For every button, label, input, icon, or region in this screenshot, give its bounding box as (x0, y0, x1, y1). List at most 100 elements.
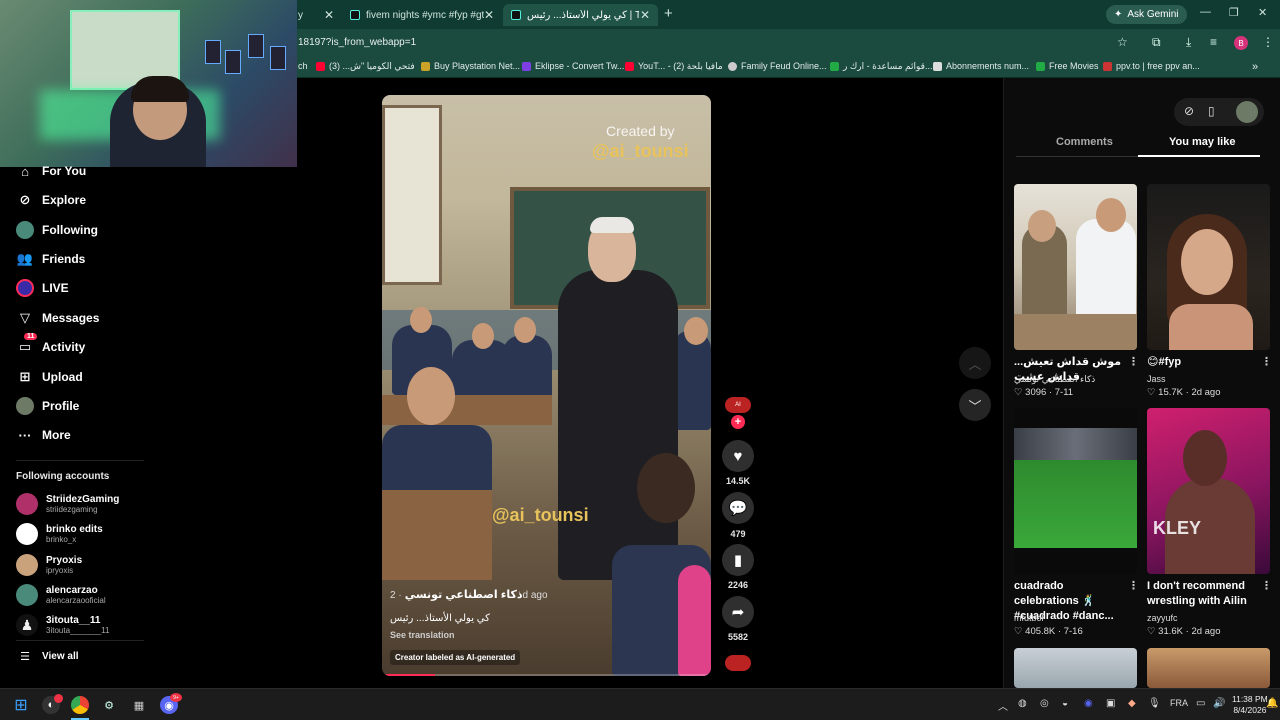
video-author[interactable]: mfutbol (1014, 613, 1044, 623)
bookmark-item[interactable]: YouT... - مافيا بلحة (2) (625, 61, 723, 72)
bookmark-item[interactable]: Family Feud Online... (728, 61, 827, 71)
video-title[interactable]: I don't recommend wrestling with Ailin (1147, 579, 1263, 609)
media-icon[interactable]: ≡ (1210, 35, 1217, 49)
tray-app-icon[interactable]: ◒ (1062, 698, 1068, 709)
nav-upload[interactable]: ⊞ Upload (16, 366, 83, 388)
video-author[interactable]: ذكاء اصطناعي تونسي · 2d ago (390, 588, 548, 601)
nav-live[interactable]: LIVE (16, 277, 69, 299)
account-item[interactable]: alencarzao alencarzaooficial (16, 583, 106, 607)
nav-following[interactable]: Following (16, 219, 98, 241)
video-thumbnail[interactable] (1147, 648, 1270, 688)
url-field[interactable]: 18197?is_from_webapp=1 (298, 37, 416, 48)
volume-icon[interactable]: 🔊 (1213, 698, 1225, 709)
bookmark-item[interactable]: ppv.to | free ppv an... (1103, 61, 1200, 71)
close-window-icon[interactable]: ✕ (1258, 6, 1267, 19)
share-button[interactable]: ➦ (722, 596, 754, 628)
music-disc-icon[interactable] (725, 655, 751, 671)
minimize-icon[interactable]: — (1200, 6, 1211, 18)
microphone-icon[interactable]: 🎙 (1148, 698, 1161, 709)
video-author[interactable]: Jass (1147, 374, 1166, 384)
new-tab-button[interactable]: + (664, 5, 673, 22)
nav-friends[interactable]: 👥 Friends (16, 248, 85, 270)
nav-activity[interactable]: ▭ 11 Activity (16, 333, 85, 358)
next-video-button[interactable]: ﹀ (959, 389, 991, 421)
account-item[interactable]: brinko edits brinko_x (16, 522, 103, 546)
notification-bell-icon[interactable]: 🔔 (1266, 698, 1278, 709)
bookmark-item[interactable]: قوائم مساعدة - ارك ر... (830, 61, 932, 72)
account-item[interactable]: StriidezGaming striidezgaming (16, 492, 119, 516)
video-player[interactable]: Created by @ai_tounsi @ai_tounsi ذكاء اص… (382, 95, 711, 676)
network-icon[interactable]: ▭ (1196, 698, 1205, 709)
restore-icon[interactable]: ❐ (1229, 6, 1239, 19)
nav-profile[interactable]: Profile (16, 395, 79, 417)
app-grid-icon[interactable]: ▦ (130, 696, 148, 714)
bookmark-item[interactable]: Eklipse - Convert Tw... (522, 61, 624, 71)
video-caption: كي يولي الأستاذ... رئيس (390, 613, 490, 624)
tray-app-icon[interactable]: ◍ (1018, 698, 1027, 709)
star-icon[interactable]: ☆ (1117, 35, 1128, 49)
bookmark-item[interactable]: فتحي الكوميا "ش... (3) (316, 61, 415, 72)
ask-gemini-button[interactable]: ✦ Ask Gemini (1106, 5, 1187, 24)
video-author[interactable]: ذكاء اصطناعي تونسي (1014, 374, 1095, 385)
video-thumbnail[interactable]: KLEY (1147, 408, 1270, 574)
tab-you-may-like[interactable]: You may like (1169, 136, 1235, 148)
like-button[interactable]: ♥ (722, 440, 754, 472)
creator-avatar[interactable]: AI (725, 397, 751, 413)
browser-tab[interactable]: fivem nights #ymc #fyp #gta5 #... ✕ (342, 4, 502, 26)
tray-chevron-up-icon[interactable]: ︿ (998, 698, 1008, 713)
video-thumbnail[interactable] (1147, 184, 1270, 350)
follow-plus-button[interactable]: + (731, 415, 745, 429)
tray-app-icon[interactable]: ◆ (1128, 698, 1136, 709)
more-options-icon[interactable]: ⋮ (1128, 579, 1139, 592)
video-progress-bar[interactable] (382, 674, 711, 676)
nav-messages[interactable]: ▽ Messages (16, 307, 99, 329)
nav-more[interactable]: ··· More (16, 424, 71, 446)
more-bookmarks-icon[interactable]: » (1252, 61, 1258, 73)
steam-icon[interactable]: ⚙ (100, 696, 118, 714)
comment-count: 479 (730, 529, 746, 539)
tray-discord-icon[interactable]: ◉ (1084, 698, 1093, 709)
browser-tab-active[interactable]: كي يولي الأستاذ... رئيس | TikTok ✕ (503, 4, 658, 26)
language-indicator[interactable]: FRA (1170, 698, 1188, 708)
bookmark-item[interactable]: Buy Playstation Net... (421, 61, 520, 71)
menu-kebab-icon[interactable]: ⋮ (1262, 35, 1274, 49)
windows-start-icon[interactable]: ⊞ (12, 696, 30, 714)
video-title[interactable]: 😊#fyp (1147, 355, 1263, 370)
tray-app-icon[interactable]: ▣ (1106, 698, 1115, 709)
bookmark-item[interactable]: ch (298, 61, 308, 71)
close-icon[interactable]: ✕ (324, 8, 334, 22)
bookmark-item[interactable]: Free Movies (1036, 61, 1099, 71)
previous-video-button[interactable]: ︿ (959, 347, 991, 379)
video-thumbnail[interactable] (1014, 648, 1137, 688)
user-avatar[interactable] (1236, 101, 1258, 123)
browser-tab[interactable]: y ✕ (290, 4, 342, 26)
video-thumbnail[interactable] (1014, 184, 1137, 350)
download-icon[interactable]: ⤓ (1186, 35, 1191, 50)
nav-explore[interactable]: ⊘ Explore (16, 189, 86, 211)
video-author-name[interactable]: ذكاء اصطناعي تونسي (405, 589, 523, 601)
more-options-icon[interactable]: ⋮ (1128, 355, 1139, 368)
account-item[interactable]: Pryoxis ipryoxis (16, 553, 82, 577)
view-all-link[interactable]: ☰ View all (16, 645, 78, 667)
save-button[interactable]: ▮ (722, 544, 754, 576)
comment-button[interactable]: 💬 (722, 492, 754, 524)
bookmark-item[interactable]: Abonnements num... (933, 61, 1029, 71)
video-thumbnail[interactable] (1014, 408, 1137, 574)
tab-comments[interactable]: Comments (1056, 136, 1113, 148)
see-translation-link[interactable]: See translation (390, 630, 455, 640)
nav-for-you[interactable]: ⌂ For You (16, 160, 86, 182)
profile-avatar[interactable]: B (1234, 36, 1248, 50)
more-options-icon[interactable]: ⋮ (1261, 355, 1272, 368)
bookmark-label: فتحي الكوميا "ش... (3) (329, 61, 415, 71)
close-icon[interactable]: ✕ (640, 8, 650, 22)
more-options-icon[interactable]: ⋮ (1261, 579, 1272, 592)
extensions-icon[interactable]: ⧉ (1152, 35, 1161, 50)
video-author[interactable]: zayyufc (1147, 613, 1178, 623)
tray-steam-icon[interactable]: ◎ (1040, 698, 1049, 709)
account-item[interactable]: ♟ 3itouta__11 3itouta_______11 (16, 613, 109, 637)
compass-icon[interactable]: ⊘ (1184, 104, 1194, 118)
chrome-icon[interactable] (71, 696, 89, 714)
system-clock[interactable]: 11:38 PM 8/4/2026 (1232, 694, 1268, 716)
close-icon[interactable]: ✕ (484, 8, 494, 22)
phone-icon[interactable]: ▯ (1208, 104, 1215, 118)
